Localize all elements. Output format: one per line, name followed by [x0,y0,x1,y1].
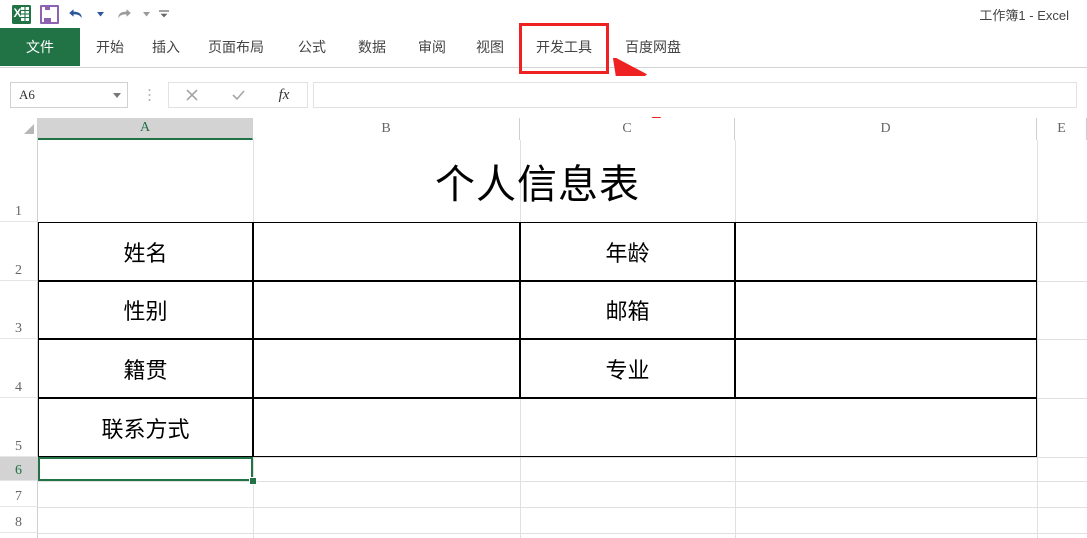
name-box-value: A6 [19,87,35,102]
cancel-x-icon[interactable] [169,83,215,107]
select-all-corner[interactable] [0,118,38,140]
ribbon-divider [0,67,1087,68]
row-header-9[interactable]: 9 [0,533,38,538]
confirm-check-icon[interactable] [215,83,261,107]
table-cell-label[interactable]: 邮箱 [520,281,735,339]
formula-bar: A6 fx [0,76,1087,117]
window-title: 工作簿1 - Excel [979,8,1069,23]
select-all-triangle-icon [24,124,34,134]
formula-bar-separator [148,88,151,102]
column-header-A[interactable]: A [38,118,253,140]
table-cell-value[interactable] [735,222,1037,281]
customize-quick-access-icon[interactable] [156,2,172,26]
table-cell-label[interactable]: 年龄 [520,222,735,281]
ribbon-tab-2[interactable]: 插入 [142,28,190,66]
table-cell-value[interactable] [735,281,1037,339]
ribbon-tab-7[interactable]: 视图 [466,28,514,66]
excel-logo-grid [20,7,29,21]
table-cell-value[interactable] [735,339,1037,398]
sheet-title: 个人信息表 [435,162,640,207]
gridline-horizontal [38,533,1087,534]
ribbon-tab-6[interactable]: 审阅 [408,28,456,66]
selected-cell-a6[interactable] [38,457,253,481]
table-cell-label[interactable]: 专业 [520,339,735,398]
ribbon-tab-4[interactable]: 公式 [288,28,336,66]
ribbon-tab-0[interactable]: 文件 [0,28,80,66]
column-header-E[interactable]: E [1037,118,1087,140]
fill-handle[interactable] [249,477,257,485]
ribbon-tab-3[interactable]: 页面布局 [198,28,274,66]
ribbon-tab-1[interactable]: 开始 [86,28,134,66]
row-header-6[interactable]: 6 [0,457,38,481]
ribbon-tab-5[interactable]: 数据 [348,28,396,66]
table-cell-label[interactable]: 联系方式 [38,398,253,457]
row-header-3[interactable]: 3 [0,281,38,339]
row-header-4[interactable]: 4 [0,339,38,398]
quick-access-toolbar: X 工作簿1 - Excel [0,0,1087,28]
gridline-horizontal [38,481,1087,482]
undo-dropdown-icon[interactable] [92,2,108,26]
row-header-8[interactable]: 8 [0,507,38,533]
excel-logo-icon: X [8,2,34,26]
row-header-5[interactable]: 5 [0,398,38,457]
name-box[interactable]: A6 [10,82,128,108]
gridline-horizontal [38,507,1087,508]
row-header-7[interactable]: 7 [0,481,38,507]
save-icon[interactable] [36,2,62,26]
ribbon-tab-9[interactable]: 百度网盘 [615,28,691,66]
table-cell-label[interactable]: 性别 [38,281,253,339]
spreadsheet-grid: ABCDE 123456789 个人信息表姓名 年龄性别 邮箱籍贯 专业联系方式 [0,118,1087,538]
row-header-2[interactable]: 2 [0,222,38,281]
table-cell-value[interactable] [253,281,520,339]
undo-icon[interactable] [64,2,90,26]
table-cell-label[interactable]: 籍贯 [38,339,253,398]
customize-glyph [159,10,169,18]
formula-input[interactable] [313,82,1077,108]
formula-action-buttons: fx [168,82,308,108]
table-cell-value[interactable] [253,339,520,398]
undo-arrow-glyph [69,9,82,19]
quick-access-icon-group: X [0,2,172,26]
chevron-down-icon [142,11,150,16]
redo-icon[interactable] [110,2,136,26]
chevron-down-icon[interactable] [107,92,127,98]
redo-arrow-glyph [118,9,131,19]
column-header-C[interactable]: C [520,118,735,140]
chevron-down-icon [96,11,104,16]
ribbon-tab-bar: 文件 开始 插入 页面布局 公式 数据 审阅 视图 开发工具 百度网盘 [0,28,1087,68]
table-cell-value[interactable] [253,398,1037,457]
column-header-D[interactable]: D [735,118,1037,140]
ribbon-tab-8[interactable]: 开发工具 [524,28,604,66]
insert-function-icon[interactable]: fx [261,83,307,107]
table-cell-value[interactable] [253,222,520,281]
column-header-B[interactable]: B [253,118,520,140]
redo-dropdown-icon[interactable] [138,2,154,26]
table-cell-label[interactable]: 姓名 [38,222,253,281]
row-header-1[interactable]: 1 [0,140,38,222]
